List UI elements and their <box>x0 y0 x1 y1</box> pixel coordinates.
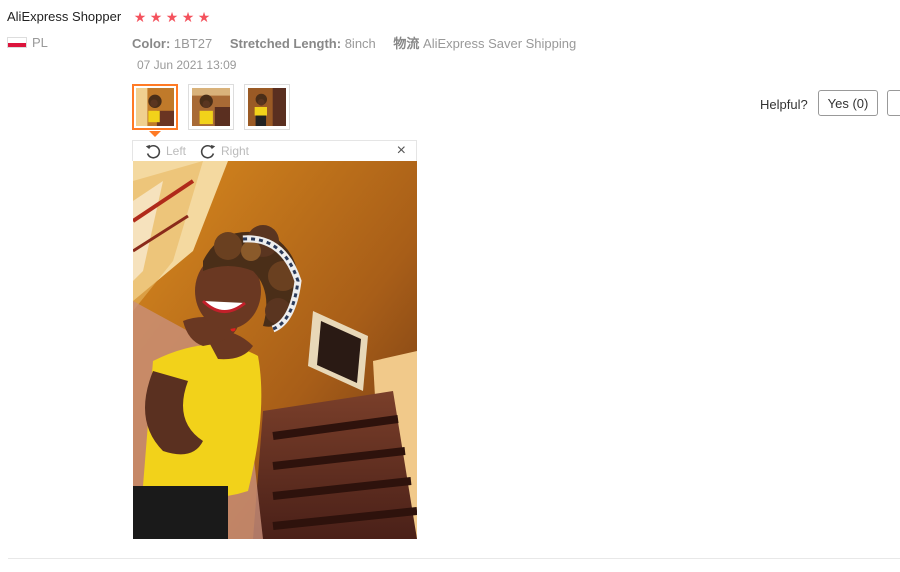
rotate-left-label: Left <box>166 144 187 158</box>
poland-flag-icon <box>7 37 27 48</box>
rotate-right-label: Right <box>221 144 250 158</box>
helpful-no-button[interactable] <box>887 90 900 116</box>
star-icon: ★ <box>133 9 147 25</box>
thumbnail-image <box>192 88 230 126</box>
helpful-yes-button[interactable]: Yes (0) <box>818 90 878 116</box>
star-icon: ★ <box>149 9 163 25</box>
thumbnail-image <box>248 88 286 126</box>
rating-stars: ★ ★ ★ ★ ★ <box>133 9 211 25</box>
rotate-left-button[interactable]: Left <box>144 142 186 160</box>
attr-color-key: Color: <box>132 36 171 51</box>
rotate-right-button[interactable]: Right <box>199 142 249 160</box>
star-icon: ★ <box>165 9 179 25</box>
attr-color-value: 1BT27 <box>173 36 213 51</box>
attr-shipping-value: AliExpress Saver Shipping <box>423 36 577 51</box>
reviewer-name: AliExpress Shopper <box>7 9 122 24</box>
helpful-label: Helpful? <box>760 97 808 112</box>
review-divider <box>8 558 900 559</box>
review-thumbnail-2[interactable] <box>188 84 234 130</box>
attr-length-value: 8inch <box>344 36 376 51</box>
attr-length-key: Stretched Length: <box>229 36 342 51</box>
close-icon[interactable]: × <box>397 141 406 161</box>
thumbnail-image <box>136 88 174 126</box>
reviewer-country: PL <box>32 35 48 50</box>
image-viewer-toolbar: Left Right × <box>132 140 417 161</box>
purchase-attributes: Color: 1BT27 Stretched Length: 8inch 物流 … <box>132 33 576 52</box>
selected-thumbnail-caret <box>149 131 161 137</box>
star-icon: ★ <box>197 9 211 25</box>
star-icon: ★ <box>181 9 195 25</box>
attr-shipping-key: 物流 <box>393 36 420 51</box>
review-thumbnails <box>132 84 290 130</box>
rotate-right-icon <box>199 142 217 160</box>
review-photo-enlarged <box>133 161 417 539</box>
review-date: 07 Jun 2021 13:09 <box>137 58 237 72</box>
review-thumbnail-1[interactable] <box>132 84 178 130</box>
review-thumbnail-3[interactable] <box>244 84 290 130</box>
rotate-left-icon <box>144 142 162 160</box>
